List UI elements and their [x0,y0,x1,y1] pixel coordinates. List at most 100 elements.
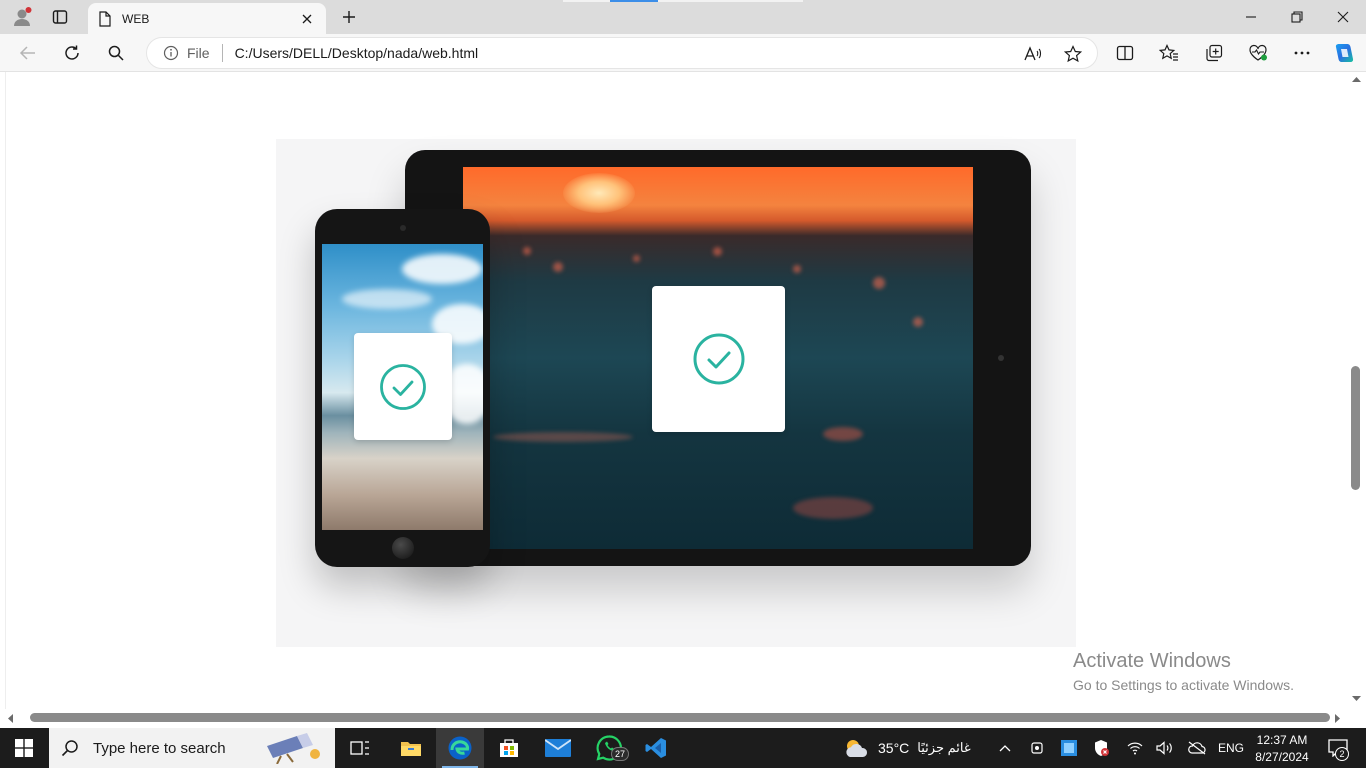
back-button[interactable] [14,39,42,67]
sun-glow [563,173,635,213]
copilot-icon [1335,44,1354,62]
checkmark-circle-icon [380,363,426,410]
camera-icon [1031,742,1043,754]
notification-center-button[interactable]: 2 [1318,728,1358,768]
search-placeholder: Type here to search [93,739,226,757]
bokeh-light [793,497,873,519]
restore-button[interactable] [1274,0,1320,34]
clock-time: 12:37 AM [1256,732,1308,747]
tablet-screen-sunset-photo [463,167,973,549]
show-hidden-icons-button[interactable] [993,728,1017,768]
refresh-button[interactable] [58,39,86,67]
tray-clock[interactable]: 12:37 AM 8/27/2024 [1252,728,1312,768]
cloud [342,289,432,309]
search-icon [108,45,124,61]
store-icon [500,739,518,757]
chevron-up-icon [999,745,1011,752]
minimize-button[interactable] [1228,0,1274,34]
taskbar-vscode[interactable] [636,728,676,768]
edge-icon [448,736,472,760]
split-screen-icon [1116,45,1134,61]
tablet-check-card [652,286,785,432]
taskbar-whatsapp[interactable]: 27 [586,728,632,768]
workspaces-button[interactable] [46,4,74,30]
weather-temperature: 35°C [878,740,910,756]
address-divider [221,44,223,62]
bokeh-light [553,262,563,272]
favorite-star-button[interactable] [1060,42,1086,66]
url-text[interactable]: C:/Users/DELL/Desktop/nada/web.html [235,45,479,61]
scroll-right-arrow-icon[interactable] [1335,714,1341,723]
weather-widget[interactable]: 35°C غائم جزئيًا [842,728,974,768]
minimize-icon [1246,16,1256,18]
volume-icon [1156,741,1172,755]
read-aloud-button[interactable] [1020,42,1046,66]
new-tab-button[interactable] [336,4,362,30]
browser-essentials-button[interactable] [1244,39,1272,67]
address-bar[interactable]: File C:/Users/DELL/Desktop/nada/web.html [146,37,1098,69]
notification-count-badge: 2 [1335,747,1349,761]
scroll-up-arrow-icon[interactable] [1352,76,1361,82]
start-button[interactable] [0,728,48,768]
taskbar-search-box[interactable]: Type here to search [49,728,335,768]
title-bar: WEB [0,0,1366,34]
file-icon [99,10,111,27]
task-view-button[interactable] [340,728,380,768]
tray-volume[interactable] [1154,728,1176,768]
more-icon [1294,51,1310,55]
scroll-down-arrow-icon[interactable] [1352,696,1361,702]
page-viewport: Activate Windows Go to Settings to activ… [0,72,1366,728]
vertical-scrollbar[interactable] [1347,72,1366,712]
watermark-title: Activate Windows [1073,650,1231,672]
tray-meet-now[interactable] [1026,728,1048,768]
copilot-button[interactable] [1330,39,1358,67]
task-view-icon [350,741,369,755]
tray-security[interactable] [1090,728,1112,768]
tab-web[interactable]: WEB [88,3,326,34]
taskbar-store[interactable] [488,728,530,768]
tab-actions-icon [52,10,68,24]
collections-button[interactable] [1200,39,1228,67]
whatsapp-badge: 27 [611,747,629,761]
settings-more-button[interactable] [1288,39,1316,67]
taskbar-edge[interactable] [436,728,484,768]
profile-button[interactable] [8,4,36,30]
taskbar-mail[interactable] [536,728,580,768]
favorites-icon [1159,44,1178,61]
bokeh-light [523,247,531,255]
close-icon [1337,11,1349,23]
shield-warning-icon [1095,740,1109,756]
bokeh-light [633,255,640,262]
tray-defender[interactable] [1058,728,1080,768]
tray-onedrive[interactable] [1186,728,1208,768]
search-button[interactable] [102,39,130,67]
drag-indicator [610,0,658,2]
scroll-left-arrow-icon[interactable] [7,714,13,723]
cloud-offline-icon [1188,741,1206,755]
tray-network[interactable] [1124,728,1146,768]
close-window-button[interactable] [1320,0,1366,34]
wifi-icon [1127,742,1143,755]
watermark-subtitle: Go to Settings to activate Windows. [1073,677,1294,693]
info-icon[interactable] [163,45,179,61]
tray-language[interactable]: ENG [1214,728,1248,768]
vertical-scroll-thumb[interactable] [1351,366,1360,490]
split-screen-button[interactable] [1111,39,1139,67]
activation-watermark: Activate Windows Go to Settings to activ… [1073,650,1294,693]
bokeh-light [823,427,863,441]
windows-logo-icon [15,739,33,757]
checkmark-circle-icon [693,333,744,385]
horizontal-scrollbar[interactable] [0,709,1347,728]
star-icon [1064,45,1082,63]
bokeh-light [713,247,722,256]
bokeh-light [913,317,923,327]
bokeh-light [873,277,885,289]
favorites-button[interactable] [1155,39,1183,67]
plus-icon [343,11,355,23]
horizontal-scroll-thumb[interactable] [30,713,1330,722]
taskbar-file-explorer[interactable] [390,728,432,768]
restore-icon [1291,11,1303,23]
bokeh-light [793,265,801,273]
tab-close-button[interactable] [298,10,316,28]
phone-screen-beach-photo [322,244,483,530]
